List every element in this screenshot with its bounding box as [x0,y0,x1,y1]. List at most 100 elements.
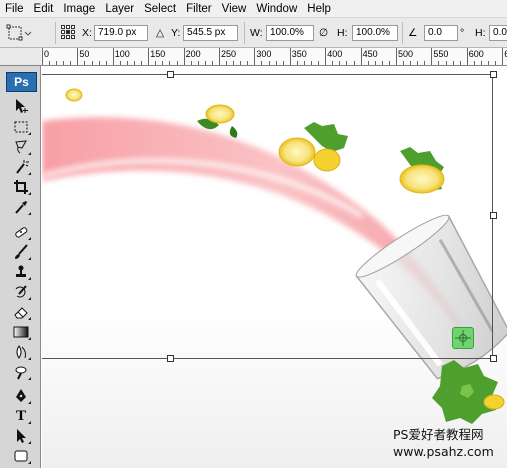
gradient-tool[interactable] [9,322,33,342]
marquee-tool[interactable] [9,117,33,137]
dodge-tool[interactable] [9,362,33,382]
ruler-minor-tick [268,61,270,65]
ruler-minor-tick [56,61,58,65]
ruler-minor-tick [98,61,100,65]
eraser-tool-icon [14,307,28,319]
ruler-minor-tick [374,61,376,65]
ruler-minor-tick [226,61,228,65]
menu-image[interactable]: Image [58,0,100,18]
ruler-minor-tick [488,61,490,65]
separator [244,22,245,44]
ruler-minor-tick [346,61,348,65]
ruler-minor-tick [381,61,383,65]
menu-window[interactable]: Window [251,0,302,18]
history-brush-tool[interactable] [9,282,33,302]
clone-stamp-tool-icon [16,265,26,277]
transform-handle-top-right[interactable] [490,71,497,78]
transform-handle-bottom[interactable] [167,355,174,362]
link-icon[interactable]: ∅ [319,26,328,40]
lasso-tool[interactable] [9,137,33,157]
clone-stamp-tool[interactable] [9,262,33,282]
width-field[interactable]: 100.0% [266,25,314,41]
x-position-field[interactable]: 719.0 px [94,25,148,41]
ruler-major-tick [502,48,504,65]
marquee-tool-icon [14,121,28,133]
eraser-tool[interactable] [9,302,33,322]
ruler-minor-tick [303,61,305,65]
rotate-angle-field[interactable]: 0.0 [424,25,458,41]
ruler-minor-tick [275,61,277,65]
ruler-minor-tick [403,61,405,65]
ruler-minor-tick [190,61,192,65]
ruler-minor-tick [332,61,334,65]
ruler-major-tick [325,48,327,65]
brush-tool[interactable] [9,242,33,262]
ruler-label: 250 [221,49,237,59]
ruler-label: 100 [114,49,130,59]
ruler-minor-tick [176,61,178,65]
ruler-minor-tick [141,61,143,65]
ruler-label: 0 [44,49,50,59]
transform-handle-top[interactable] [167,71,174,78]
ruler-major-tick [289,48,291,65]
ruler-minor-tick [105,61,107,65]
menu-layer[interactable]: Layer [100,0,139,18]
leaves-bottom-right [432,360,505,424]
ruler-minor-tick [155,61,157,65]
ruler-origin[interactable] [0,48,41,66]
brush-tool-icon [15,244,28,259]
healing-brush-tool[interactable] [9,222,33,242]
shape-tool[interactable] [9,446,33,466]
menu-filter[interactable]: Filter [181,0,217,18]
move-tool-icon [16,99,28,113]
menu-bar: File Edit Image Layer Select Filter View Window… [0,0,507,18]
ruler-minor-tick [204,61,206,65]
magic-wand-tool[interactable] [9,157,33,177]
horizontal-skew-field[interactable]: 0.0 [489,25,507,41]
crop-tool[interactable] [9,177,33,197]
ruler-minor-tick [126,61,128,65]
ruler-major-tick [148,48,150,65]
ruler-minor-tick [91,61,93,65]
eyedropper-tool[interactable] [9,197,33,217]
tool-preset-picker[interactable] [6,18,32,48]
photoshop-logo: Ps [6,72,37,92]
eyedropper-tool-icon [15,201,27,214]
relative-position-icon[interactable]: △ [156,26,164,40]
watermark-line-1: PS爱好者教程网 [393,427,484,442]
menu-select[interactable]: Select [139,0,181,18]
horizontal-ruler[interactable]: 050100150200250300350400450500550600650 [41,48,507,66]
transform-pivot-icon[interactable] [452,327,474,349]
transform-handle-bottom-right[interactable] [490,355,497,362]
transform-handle-right[interactable] [490,212,497,219]
gradient-tool-icon [13,326,29,338]
type-tool[interactable]: T [9,406,33,426]
path-selection-tool[interactable] [9,426,33,446]
move-tool[interactable] [9,96,33,116]
ruler-minor-tick [438,61,440,65]
height-field[interactable]: 100.0% [352,25,398,41]
pen-tool[interactable] [9,386,33,406]
ruler-minor-tick [197,61,199,65]
watermark-line-2: www.psahz.com [393,444,494,459]
ruler-major-tick [112,48,114,65]
document-canvas[interactable]: PS爱好者教程网 www.psahz.com [42,66,507,468]
ruler-minor-tick [353,61,355,65]
blur-tool-icon [16,345,27,359]
lasso-tool-icon [15,140,27,154]
menu-file[interactable]: File [0,0,29,18]
ruler-minor-tick [169,61,171,65]
reference-point-locator-icon[interactable] [61,25,76,40]
ruler-minor-tick [49,61,51,65]
menu-view[interactable]: View [217,0,252,18]
menu-help[interactable]: Help [302,0,336,18]
ruler-minor-tick [311,61,313,65]
ruler-label: 200 [185,49,201,59]
ruler-minor-tick [247,61,249,65]
transform-bounding-box[interactable] [42,74,493,359]
y-position-field[interactable]: 545.5 px [183,25,238,41]
ruler-minor-tick [240,61,242,65]
ruler-major-tick [431,48,433,65]
blur-tool[interactable] [9,342,33,362]
menu-edit[interactable]: Edit [29,0,59,18]
